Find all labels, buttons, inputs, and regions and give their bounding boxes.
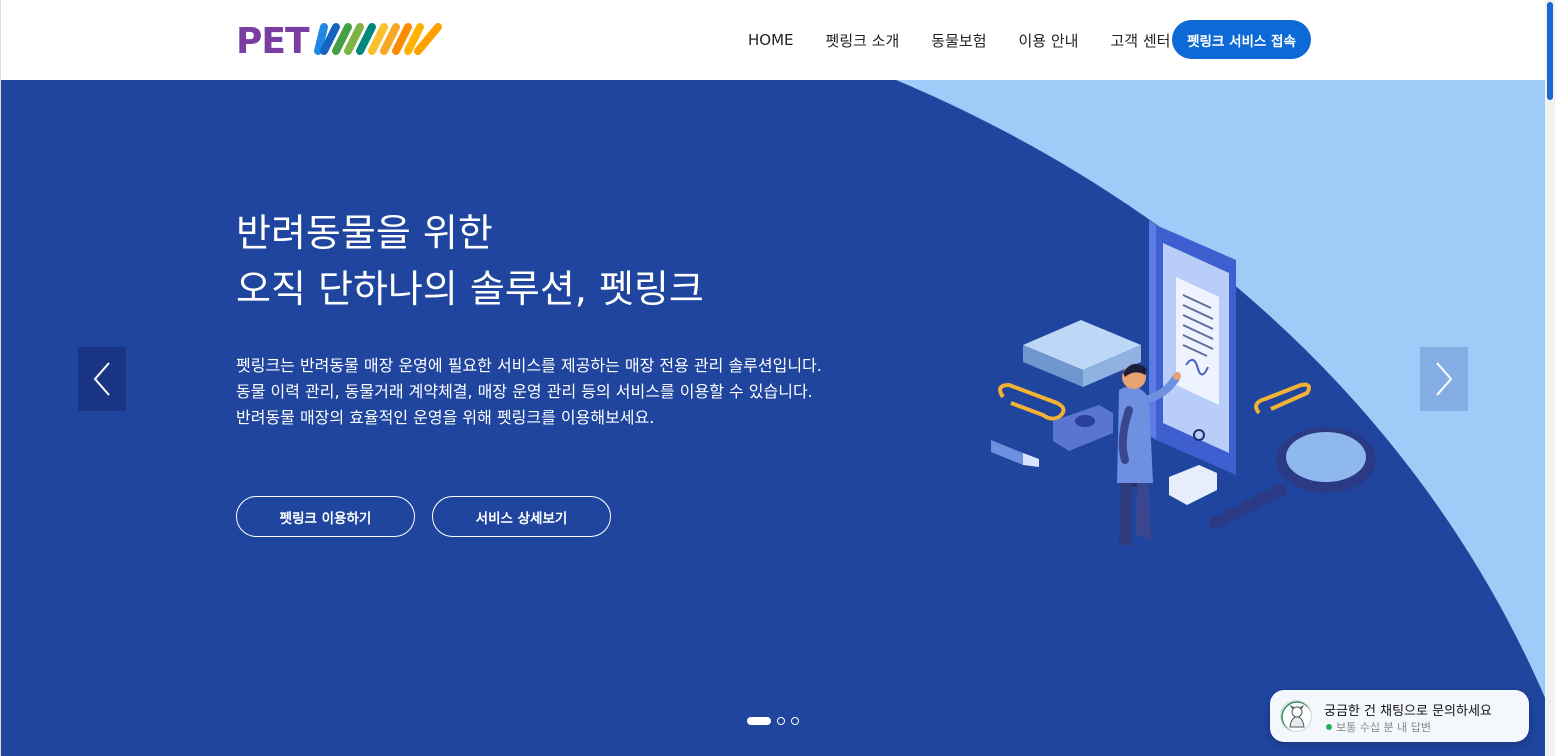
chat-avatar [1280, 700, 1312, 732]
use-petlink-button[interactable]: 펫링크 이용하기 [236, 496, 415, 537]
online-status-icon [1326, 724, 1332, 730]
slide-indicators [747, 717, 805, 725]
slide-indicator-2[interactable] [777, 717, 785, 725]
nav-guide[interactable]: 이용 안내 [1019, 30, 1079, 51]
hero-description: 펫링크는 반려동물 매장 운영에 필요한 서비스를 제공하는 매장 전용 관리 … [236, 353, 822, 431]
nav-home[interactable]: HOME [748, 31, 794, 49]
phone-illustration [1149, 220, 1236, 475]
hero-title: 반려동물을 위한 오직 단하나의 솔루션, 펫링크 [236, 205, 704, 317]
chat-title: 궁금한 건 채팅으로 문의하세요 [1324, 704, 1492, 719]
hero-desc-line-2: 동물 이력 관리, 동물거래 계약체결, 매장 운영 관리 등의 서비스를 이용… [236, 382, 813, 401]
hero-desc-line-3: 반려동물 매장의 효율적인 운영을 위해 펫링크를 이용해보세요. [236, 408, 655, 427]
hero-slider: 반려동물을 위한 오직 단하나의 솔루션, 펫링크 펫링크는 반려동물 매장 운… [0, 80, 1545, 756]
service-access-button[interactable]: 펫링크 서비스 접속 [1172, 20, 1311, 59]
nav-insurance[interactable]: 동물보험 [931, 30, 986, 51]
chat-status-text: 보통 수십 분 내 답변 [1336, 721, 1431, 734]
service-details-button[interactable]: 서비스 상세보기 [432, 496, 611, 537]
magnifier-illustration [1209, 427, 1376, 529]
chevron-right-icon [1436, 362, 1453, 396]
hero-title-line-1: 반려동물을 위한 [236, 211, 493, 255]
chat-status: 보통 수십 분 내 답변 [1326, 719, 1431, 735]
slide-next-button[interactable] [1420, 347, 1468, 411]
svg-text:PET: PET [236, 21, 310, 58]
main-nav: HOME 펫링크 소개 동물보험 이용 안내 고객 센터 [748, 0, 1202, 80]
paperclip-illustration [998, 382, 1066, 421]
nav-about[interactable]: 펫링크 소개 [826, 30, 900, 51]
slide-indicator-3[interactable] [791, 717, 799, 725]
hero-title-line-2: 오직 단하나의 솔루션, 펫링크 [236, 267, 704, 311]
nav-support[interactable]: 고객 센터 [1110, 30, 1170, 51]
page-scrollbar[interactable] [1545, 0, 1555, 756]
slide-prev-button[interactable] [78, 347, 126, 411]
chat-widget[interactable]: 궁금한 건 채팅으로 문의하세요 보통 수십 분 내 답변 [1270, 690, 1529, 742]
slide-indicator-1[interactable] [747, 717, 771, 725]
contract-illustration [991, 220, 1376, 545]
scrollbar-thumb[interactable] [1547, 2, 1553, 100]
petlink-logo[interactable]: PET [236, 20, 446, 62]
chevron-left-icon [93, 362, 110, 396]
site-header: PET HOME 펫링크 소개 동물보험 이용 안내 고객 센터 펫링크 서비스… [0, 0, 1545, 80]
hero-desc-line-1: 펫링크는 반려동물 매장 운영에 필요한 서비스를 제공하는 매장 전용 관리 … [236, 356, 822, 375]
